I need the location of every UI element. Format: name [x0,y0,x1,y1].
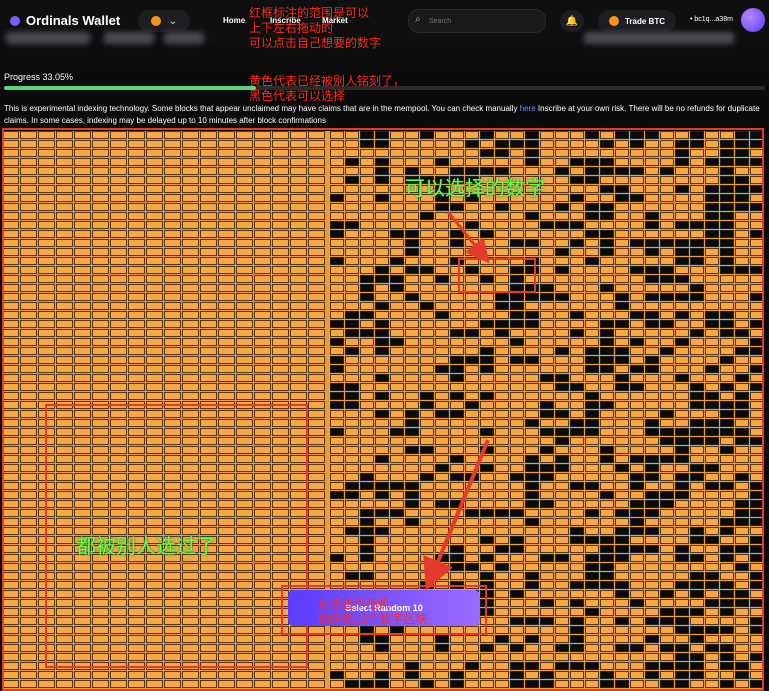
trade-btc-button[interactable]: Trade BTC [598,10,676,32]
progress-label: Progress 33.05% [4,72,74,82]
selectable-numbers-outline [458,258,536,293]
wallet-address[interactable]: • bc1q...a38m [690,16,733,23]
annotation-taken: 都被别人选过了 [76,536,216,558]
annotation-drag-hint: 红框标注的范围是可以 上下左右拖动的 可以点击自己想要的数字 [249,6,382,50]
annotation-color-legend: 黄色代表已经被别人铭刻了， 黑色代表可以选择 [249,74,406,103]
blurred-tab [164,32,204,44]
progress-fill [4,86,256,90]
nav-home[interactable]: Home [223,16,245,25]
notice-text-before: This is experimental indexing technology… [4,104,520,113]
ordinals-logo-icon [10,15,20,26]
trade-btc-label: Trade BTC [624,16,665,26]
bitcoin-icon [608,16,619,26]
app-title: Ordinals Wallet [26,13,121,28]
blurred-collection-name [6,32,90,44]
notice-link[interactable]: here [520,104,536,113]
annotation-random-button: 点击这个随机 的选择10个数字区块 [318,597,428,626]
brand[interactable]: Ordinals Wallet [10,13,120,28]
search-box[interactable]: ⌕ [408,9,546,33]
bitcoin-icon [150,16,161,26]
notice-text: This is experimental indexing technology… [4,103,764,127]
bell-icon: 🔔 [565,15,579,27]
search-input[interactable] [427,13,541,30]
chevron-down-icon: ⌄ [168,15,178,27]
blurred-action [584,32,734,44]
notifications-button[interactable]: 🔔 [560,10,584,32]
collection-header [0,42,769,70]
chain-selector[interactable]: ⌄ [138,10,190,32]
annotation-selectable: 可以选择的数字 [405,178,545,200]
search-icon: ⌕ [415,14,421,25]
blurred-tab [104,32,154,44]
avatar[interactable] [741,8,765,32]
